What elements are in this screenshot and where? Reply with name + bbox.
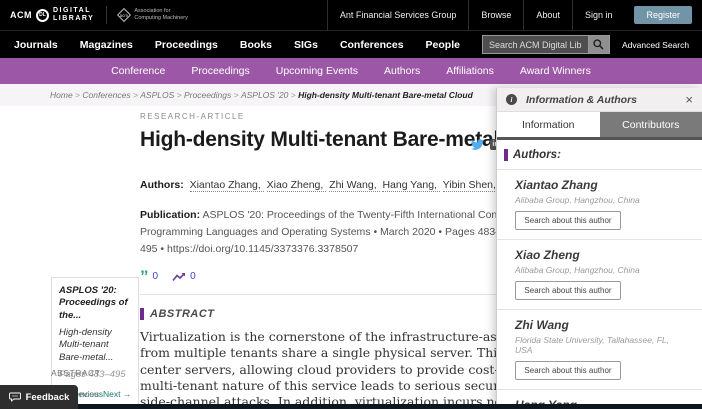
cookie-banner-edge [0,404,702,409]
close-icon[interactable]: × [685,93,693,106]
citation-metric: ” 0 [140,271,158,282]
search-icon [592,38,605,51]
acm-diamond-text: acm [120,13,129,18]
nav-conferences[interactable]: Conferences [340,39,404,51]
authors-accent-bar [504,149,508,161]
browse-link[interactable]: Browse [468,0,523,30]
author-card: Xiao Zheng Alibaba Group, Hangzhou, Chin… [497,239,702,309]
crumb-current-article: High-density Multi-tenant Bare-metal Clo… [298,90,473,100]
next-arrow-icon: → [123,389,132,399]
logo-library: LIBRARY [53,15,94,22]
search-about-author-button[interactable]: Search about this author [515,361,621,380]
conf-nav-conference[interactable]: Conference [111,65,165,77]
nav-journals[interactable]: Journals [14,39,58,51]
nav-sigs[interactable]: SIGs [294,39,318,51]
toc-section-abstract[interactable]: ABSTRACT [51,368,100,378]
author-card: Zhi Wang Florida State University, Talla… [497,309,702,389]
next-article-link[interactable]: Next → [103,389,131,399]
publication-label: Publication: [140,209,200,221]
search-button[interactable] [588,35,610,54]
citation-icon: ” [140,272,149,282]
crumb-conferences[interactable]: Conferences [82,90,140,100]
acm-dl-logo-text: ACM [10,10,32,20]
conf-nav-authors[interactable]: Authors [384,65,420,77]
authors-label: Authors: [140,179,184,191]
conf-nav-upcoming-events[interactable]: Upcoming Events [276,65,358,77]
author-affiliation: Alibaba Group, Hangzhou, China [515,195,684,205]
sign-in-link[interactable]: Sign in [572,0,625,30]
panel-header: i Information & Authors × [497,88,702,112]
search-area: Advanced Search [482,35,693,54]
conf-nav-award-winners[interactable]: Award Winners [520,65,591,77]
downloads-metric: 0 [172,271,196,282]
feedback-button[interactable]: Feedback [0,385,78,409]
information-authors-panel: i Information & Authors × Information Co… [496,88,702,409]
panel-tabs: Information Contributors [497,112,702,140]
acm-dl-logo-stack: DIGITAL LIBRARY [53,7,94,23]
authors-section-heading: Authors: [513,149,561,161]
author-card: Xiantao Zhang Alibaba Group, Hangzhou, C… [497,169,702,239]
author-link-xiao-zheng[interactable]: Xiao Zheng [267,179,327,192]
nav-people[interactable]: People [426,39,460,51]
abstract-accent-bar [140,308,144,320]
acm-diamond-icon: acm [117,8,131,22]
abstract-heading: ABSTRACT [150,308,215,320]
author-name[interactable]: Xiantao Zhang [515,178,684,192]
conf-nav-affiliations[interactable]: Affiliations [446,65,494,77]
utility-bar: ACM DL DIGITAL LIBRARY acm Association f… [0,0,702,30]
register-button[interactable]: Register [634,6,692,24]
logo-digital: DIGITAL [53,7,91,14]
main-nav-bar: Journals Magazines Proceedings Books SIG… [0,30,702,58]
panel-body: Authors: Xiantao Zhang Alibaba Group, Ha… [497,140,702,409]
author-link-xiantao-zhang[interactable]: Xiantao Zhang [190,179,264,192]
next-label: Next [103,389,120,399]
acm-dl-page: ACM DL DIGITAL LIBRARY acm Association f… [0,0,702,409]
about-link[interactable]: About [523,0,572,30]
tab-contributors[interactable]: Contributors [600,112,702,137]
crumb-asplos-20[interactable]: ASPLOS '20 [241,90,298,100]
acm-association-logo[interactable]: acm Association for Computing Machinery [119,8,188,21]
panel-title: Information & Authors [526,94,637,106]
feedback-label: Feedback [26,392,70,403]
nav-books[interactable]: Books [240,39,272,51]
info-icon: i [506,94,517,105]
crumb-home[interactable]: Home [50,90,82,100]
nav-magazines[interactable]: Magazines [80,39,133,51]
advanced-search-link[interactable]: Advanced Search [622,40,689,50]
author-link-zhi-wang[interactable]: Zhi Wang [329,179,379,192]
author-affiliation: Florida State University, Tallahassee, F… [515,335,684,355]
author-affiliation: Alibaba Group, Hangzhou, China [515,265,684,275]
acm-association-text: Association for Computing Machinery [134,8,188,21]
search-about-author-button[interactable]: Search about this author [515,281,621,300]
tab-information[interactable]: Information [497,112,600,137]
crumb-proceedings[interactable]: Proceedings [184,90,241,100]
author-name[interactable]: Xiao Zheng [515,248,684,262]
search-about-author-button[interactable]: Search about this author [515,211,621,230]
toc-article-title: High-density Multi-tenant Bare-metal... [59,327,131,364]
twitter-icon[interactable] [471,139,484,150]
conference-nav-bar: Conference Proceedings Upcoming Events A… [0,58,702,84]
author-link-hang-yang[interactable]: Hang Yang [382,179,439,192]
acm-dl-gear-icon: DL [36,9,49,22]
search-input[interactable] [482,35,588,54]
nav-proceedings[interactable]: Proceedings [155,39,218,51]
citation-count: 0 [153,271,159,282]
divider [106,6,107,24]
speech-bubble-icon [9,392,21,402]
author-name[interactable]: Zhi Wang [515,318,684,332]
trending-icon [172,272,186,282]
crumb-asplos[interactable]: ASPLOS [140,90,184,100]
institution-name: Ant Financial Services Group [327,0,469,30]
downloads-count: 0 [190,271,196,282]
toc-proceedings-title[interactable]: ASPLOS '20: Proceedings of the... [59,285,131,322]
conf-nav-proceedings[interactable]: Proceedings [191,65,249,77]
author-link-yibin-shen[interactable]: Yibin Shen [443,179,499,192]
assoc-line2: Computing Machinery [134,15,188,21]
acm-dl-logo[interactable]: ACM DL DIGITAL LIBRARY [10,7,94,23]
assoc-line1: Association for [134,8,170,14]
authors-section-header: Authors: [497,149,702,169]
utility-right: Ant Financial Services Group Browse Abou… [327,0,692,30]
